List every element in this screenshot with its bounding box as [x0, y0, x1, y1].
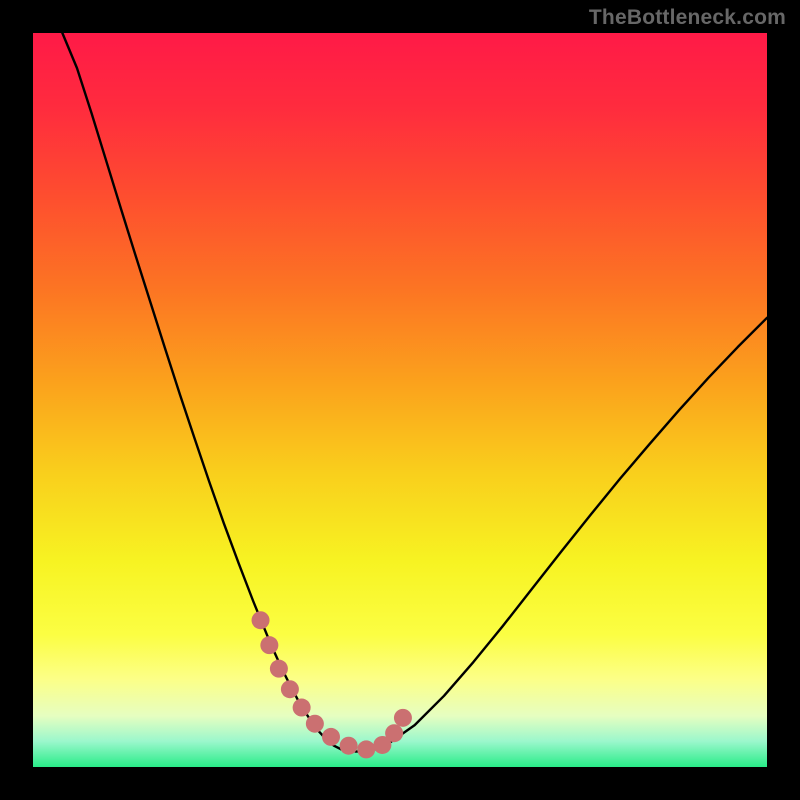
- marker-dot: [385, 724, 403, 742]
- marker-dot: [281, 680, 299, 698]
- bottleneck-chart: [0, 0, 800, 800]
- marker-dot: [252, 611, 270, 629]
- marker-dot: [260, 636, 278, 654]
- marker-dot: [270, 660, 288, 678]
- chart-stage: TheBottleneck.com: [0, 0, 800, 800]
- marker-dot: [340, 737, 358, 755]
- marker-dot: [293, 699, 311, 717]
- marker-dot: [394, 709, 412, 727]
- marker-dot: [322, 728, 340, 746]
- marker-dot: [306, 715, 324, 733]
- plot-background: [33, 33, 767, 767]
- marker-dot: [357, 740, 375, 758]
- watermark-text: TheBottleneck.com: [589, 6, 786, 30]
